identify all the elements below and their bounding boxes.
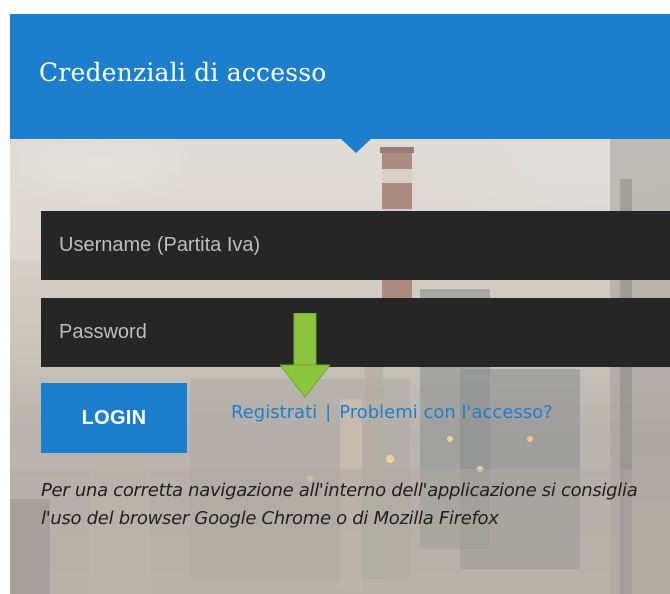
password-input[interactable]: [41, 298, 670, 367]
down-arrow-icon: [280, 313, 330, 398]
panel-header: Credenziali di accesso: [10, 14, 670, 139]
access-problems-link[interactable]: Problemi con l'accesso?: [339, 402, 553, 423]
link-separator: |: [325, 402, 332, 423]
caret-down-icon: [341, 139, 371, 153]
login-button[interactable]: LOGIN: [41, 383, 187, 453]
login-panel: Credenziali di accesso Username (Partita…: [10, 14, 670, 594]
auth-links: Registrati | Problemi con l'accesso?: [231, 402, 553, 423]
panel-title: Credenziali di accesso: [39, 58, 327, 87]
username-input[interactable]: [41, 211, 670, 280]
register-link[interactable]: Registrati: [231, 402, 317, 423]
browser-notice: Per una corretta navigazione all'interno…: [41, 480, 638, 529]
